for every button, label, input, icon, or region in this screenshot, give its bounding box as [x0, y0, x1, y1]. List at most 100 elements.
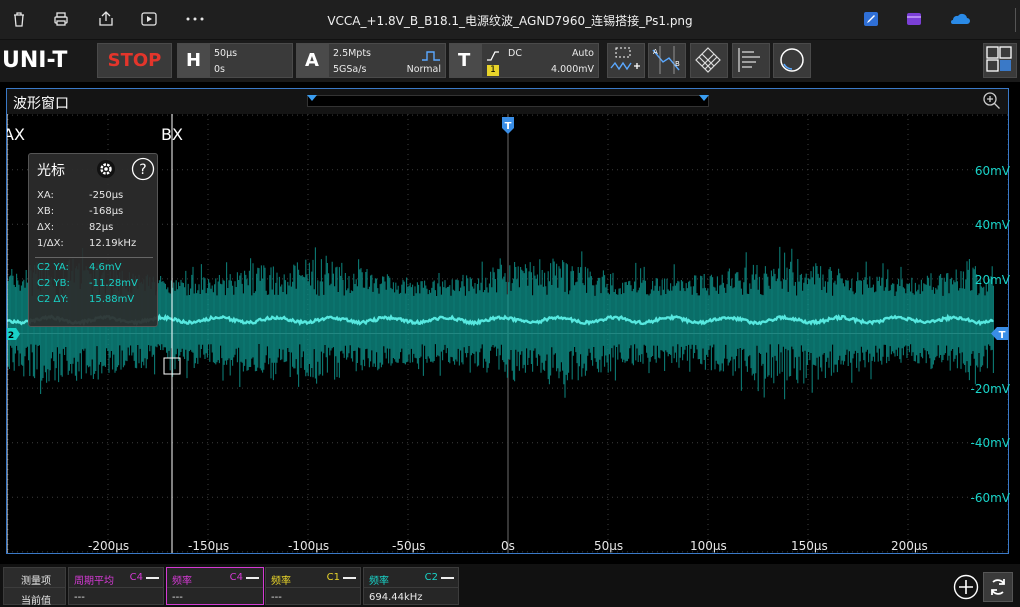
list-icon — [738, 48, 760, 72]
trigger-label: T — [458, 50, 471, 71]
cursor-row-key: XB: — [37, 206, 55, 217]
title-bar: VCCA_+1.8V_B_B18.1_电源纹波_AGND7960_连锡搭接_Ps… — [0, 0, 1020, 40]
memory-depth: 2.5Mpts — [333, 48, 372, 59]
brand-logo: UNI-T — [2, 48, 68, 73]
source-bar-icon — [441, 577, 454, 579]
channel-cursor-row: C2 ΔY: 15.88mV — [37, 294, 134, 305]
trigger-level-label: T — [999, 330, 1006, 341]
cursor-tool-button[interactable] — [607, 43, 645, 78]
measurement-item[interactable]: 频率 C1 --- — [265, 567, 361, 605]
measurement-value: --- — [271, 592, 282, 603]
sample-rate: 5GSa/s — [333, 64, 367, 75]
cursor-row-key: C2 YB: — [37, 278, 70, 289]
trigger-coupling: DC — [508, 48, 522, 59]
cursor-panel: 光标 ? XA: -250μs XB: -168μs ΔX: 82μs 1/ΔX: 12… — [28, 153, 158, 327]
x-axis-label: 150μs — [791, 539, 828, 553]
svg-text:B: B — [675, 60, 680, 68]
horizontal-offset: 0s — [214, 64, 225, 75]
measurement-name: 周期平均 — [74, 576, 114, 587]
cursor-row-value: 82μs — [89, 222, 114, 233]
overview-right-marker — [699, 95, 709, 101]
measurement-name: 频率 — [172, 576, 192, 587]
measurement-value: --- — [74, 592, 85, 603]
cursor-a-label: AX — [7, 125, 25, 144]
cursor-row-key: 1/ΔX: — [37, 238, 64, 249]
run-stop-button[interactable]: STOP — [97, 43, 172, 78]
grid-pattern-icon — [695, 47, 721, 73]
measurement-source: C4 — [129, 572, 143, 583]
cursor-row: XA: -250μs — [37, 190, 123, 201]
x-axis-label: 200μs — [891, 539, 928, 553]
measurement-source: C4 — [229, 572, 243, 583]
y-axis-label: 40mV — [974, 218, 1010, 232]
horizontal-label: H — [186, 50, 202, 71]
clipchamp-icon[interactable] — [905, 10, 925, 30]
y-axis-label: -60mV — [970, 491, 1011, 505]
cursor-ab-icon: AB — [652, 46, 680, 74]
trigger-level: 4.000mV — [551, 64, 594, 75]
measurement-item[interactable]: 周期平均 C4 --- — [68, 567, 164, 605]
waveform-window-header: 波形窗口 — [6, 88, 1009, 114]
cursor-row: ΔX: 82μs — [37, 222, 113, 233]
measurement-name: 频率 — [271, 576, 291, 587]
measurement-bar: 测量项 当前值 周期平均 C4 --- 频率 C4 --- 频率 C1 --- … — [0, 564, 1020, 607]
current-value-label: 当前值 — [21, 596, 51, 607]
trigger-position-label: T — [505, 121, 512, 132]
help-icon[interactable]: ? — [131, 157, 155, 185]
overview-left-marker — [307, 95, 317, 101]
cursor-row-value: -250μs — [89, 190, 124, 201]
acquire-mode: Normal — [406, 64, 441, 75]
trigger-settings[interactable]: T DC Auto 1 4.000mV — [449, 43, 599, 78]
channel-cursor-row: C2 YA: 4.6mV — [37, 262, 122, 273]
x-axis-label: 0s — [501, 539, 515, 553]
source-bar-icon — [343, 577, 356, 579]
trigger-position-marker[interactable]: T — [502, 117, 514, 134]
channel-cursor-row: C2 YB: -11.28mV — [37, 278, 138, 289]
cursor-b-label: BX — [161, 125, 183, 144]
horizontal-settings[interactable]: H 50μs 0s — [177, 43, 293, 78]
cursor-row-key: XA: — [37, 190, 54, 201]
scope-toolbar: UNI-T STOP H 50μs 0s A 2.5Mpts 5GSa/s No… — [0, 40, 1020, 82]
acquire-settings[interactable]: A 2.5Mpts 5GSa/s Normal — [296, 43, 446, 78]
y-axis-label: -20mV — [970, 382, 1011, 396]
edit-icon[interactable] — [862, 10, 882, 30]
trigger-source-badge: 1 — [487, 65, 499, 76]
x-axis-label: -200μs — [88, 539, 130, 553]
measurement-source: C1 — [326, 572, 340, 583]
refresh-icon — [991, 579, 1005, 595]
cursor-row-key: ΔX: — [37, 222, 55, 233]
y-axis-label: -40mV — [970, 436, 1011, 450]
x-axis-label: -150μs — [188, 539, 230, 553]
trigger-sweep: Auto — [571, 48, 594, 59]
gear-icon[interactable] — [95, 158, 117, 184]
cursor-measure-icon — [610, 47, 640, 71]
cursor-row-value: 12.19kHz — [89, 238, 137, 249]
math-tool-button[interactable] — [690, 43, 728, 78]
refresh-button[interactable] — [983, 572, 1013, 602]
layout-grid-icon — [986, 46, 1012, 72]
onedrive-icon[interactable] — [948, 10, 972, 30]
channel-2-marker-label: 2 — [8, 331, 14, 341]
cursor-panel-title: 光标 — [37, 163, 65, 179]
cursor-row-key: C2 YA: — [37, 262, 69, 273]
cursor-row-value: -11.28mV — [89, 278, 138, 289]
source-bar-icon — [146, 577, 159, 579]
acquire-label: A — [305, 50, 319, 71]
divider — [1015, 8, 1016, 32]
measurement-item-selected[interactable]: 频率 C4 --- — [166, 567, 264, 605]
zoom-in-icon[interactable] — [982, 91, 1002, 115]
search-tool-button[interactable] — [773, 43, 811, 78]
svg-text:A: A — [653, 48, 658, 56]
y-axis-label: 20mV — [974, 273, 1010, 287]
timebase-value: 50μs — [214, 48, 238, 59]
x-axis-label: -100μs — [288, 539, 330, 553]
layout-button[interactable] — [983, 43, 1017, 78]
waveform-window-label: 波形窗口 — [13, 96, 69, 112]
cursor-row-value: 15.88mV — [89, 294, 135, 305]
add-measurement-icon[interactable] — [953, 574, 979, 604]
zoom-tool-button[interactable]: AB — [648, 43, 686, 78]
cursor-row-value: -168μs — [89, 206, 124, 217]
list-tool-button[interactable] — [732, 43, 770, 78]
memory-overview-bar[interactable] — [307, 95, 709, 107]
measurement-item[interactable]: 频率 C2 694.44kHz — [363, 567, 459, 605]
